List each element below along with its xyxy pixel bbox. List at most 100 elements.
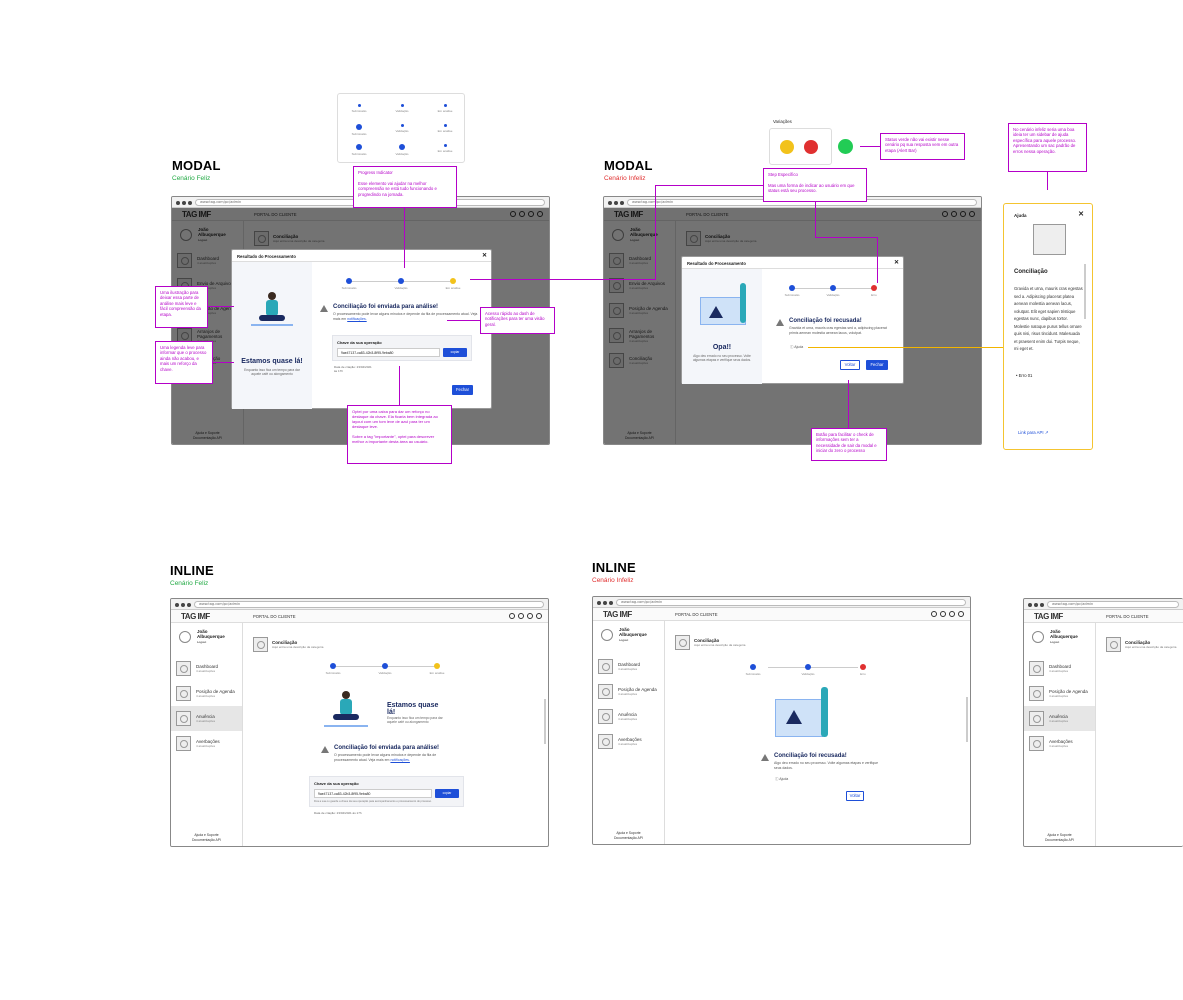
key-input[interactable]: 9ae47137-ca83-42b3-8f95-9eba80: [314, 789, 432, 798]
nav-item[interactable]: Anuência 4 atualizações: [593, 704, 664, 729]
notifications-link[interactable]: notificações.: [390, 758, 409, 762]
nav-item[interactable]: Averbações 4 atualizações: [1024, 731, 1095, 756]
progress-stepper: Submissão Validação Erro: [738, 664, 878, 676]
warning-icon: [776, 319, 784, 326]
back-button[interactable]: Voltar: [840, 360, 860, 370]
copy-button[interactable]: copiar: [435, 789, 459, 798]
user-block[interactable]: João AlbuquerqueLogout: [593, 621, 664, 648]
help-link[interactable]: ⓘ Ajuda: [775, 777, 788, 782]
nav-item[interactable]: Posição de Agenda4 atualizações: [593, 679, 664, 704]
browser-inline-unhappy: www.tag.com/pc/admin TAG IMF PORTAL DO CL…: [592, 596, 971, 845]
connector-line: [655, 185, 656, 280]
nav-item[interactable]: Posição de Agenda4 atualizações: [1024, 681, 1095, 706]
section-subtitle: Cenário Feliz: [170, 580, 209, 587]
modal-title: Resultado do Processamento: [687, 261, 746, 266]
modal-heading: Opa!!: [712, 344, 732, 351]
connector-line: [470, 279, 655, 280]
nav-item[interactable]: Posição de Agenda4 atualizações: [171, 681, 242, 706]
nav-item[interactable]: Dashboard4 atualizações: [593, 654, 664, 679]
image-placeholder: [1033, 224, 1066, 255]
sidebar: João AlbuquerqueLogout Dashboard4 atuali…: [1024, 623, 1096, 846]
variations-label: Variações: [773, 119, 792, 124]
help-panel-heading: Conciliação: [1014, 269, 1048, 275]
modal-title: Resultado do Processamento: [237, 254, 296, 259]
close-icon[interactable]: ✕: [894, 259, 899, 266]
toolbar-icons[interactable]: [509, 613, 542, 619]
browser-inline-happy: www.tag.com/pc/admin TAG IMF PORTAL DO CL…: [170, 598, 549, 847]
help-list-item: • Erro 01: [1016, 373, 1033, 378]
note-key-box: Optei por uma caixa para dar um reforço …: [347, 405, 452, 464]
note-status-color: Status verde não vai existir nesse cenár…: [880, 133, 965, 160]
section-title: MODAL: [604, 158, 653, 173]
category-header: ConciliaçãoAqui entra uma descrição da c…: [675, 635, 745, 650]
section-subtitle: Cenário Feliz: [172, 175, 211, 182]
success-icon: [838, 139, 853, 154]
connector-line: [1047, 172, 1048, 190]
url-bar[interactable]: www.tag.com/pc/admin: [1047, 601, 1179, 608]
api-link[interactable]: Link para API ↗: [1018, 430, 1048, 436]
operation-key-box: Chave da sua operação 9ae47137-ca83-42b3…: [332, 335, 472, 361]
scrollbar[interactable]: [1084, 264, 1086, 319]
user-block[interactable]: João AlbuquerqueLogout: [1024, 623, 1095, 650]
close-icon[interactable]: ✕: [1078, 210, 1084, 218]
toolbar-icons[interactable]: [931, 611, 964, 617]
user-block[interactable]: João AlbuquerqueLogout: [171, 623, 242, 650]
note-legend: Uma legenda leve para informar que o pro…: [155, 341, 213, 384]
url-bar[interactable]: www.tag.com/pc/admin: [194, 601, 544, 608]
help-panel-title: Ajuda: [1014, 213, 1027, 218]
close-icon[interactable]: ✕: [482, 252, 487, 259]
logo: TAG IMF: [181, 612, 210, 621]
nav-item[interactable]: Averbações 4 atualizações: [593, 729, 664, 754]
portal-title: PORTAL DO CLIENTE: [675, 612, 718, 617]
nav-item[interactable]: Dashboard4 atualizações: [171, 656, 242, 681]
nav-item-selected[interactable]: Anuência 4 atualizações: [1024, 706, 1095, 731]
docs-link[interactable]: Documentação API: [171, 838, 242, 843]
url-bar[interactable]: www.tag.com/pc/admin: [616, 599, 966, 606]
key-input[interactable]: 9ae47137-ca83-42b3-8f95-9eba80: [337, 348, 440, 357]
connector-line: [447, 320, 480, 321]
illustration-panel: Opa!! Algo deu errado no seu processo. V…: [682, 269, 762, 384]
connector-line: [808, 347, 1003, 348]
result-modal: Resultado do Processamento ✕ Estamos quas…: [231, 249, 492, 409]
portal-title: PORTAL DO CLIENTE: [1106, 614, 1149, 619]
help-link[interactable]: ⓘ Ajuda: [790, 345, 803, 350]
notifications-link[interactable]: notificações.: [347, 317, 366, 321]
nav-item-selected[interactable]: Anuência 4 atualizações: [171, 706, 242, 731]
copy-button[interactable]: copiar: [443, 348, 467, 357]
stepper-variant: Submissão Validação Em análise: [344, 144, 460, 156]
docs-link[interactable]: Documentação API: [1024, 838, 1095, 843]
scrollbar[interactable]: [544, 699, 546, 744]
warning-icon: [320, 305, 328, 312]
connector-line: [404, 208, 405, 268]
stepper-variant: Submissão Validação Em análise: [344, 124, 460, 136]
operation-key-box: Chave da sua operação 9ae47137-ca83-42b3…: [309, 776, 464, 807]
modal-subtext: Enquanto isso fica um tempo para dar aqu…: [244, 368, 300, 377]
docs-link[interactable]: Documentação API: [593, 836, 664, 841]
back-button[interactable]: Voltar: [846, 791, 864, 801]
connector-line: [213, 362, 234, 363]
progress-stepper: Submissão Validação Erro: [777, 285, 889, 297]
nav-item[interactable]: Averbações 4 atualizações: [171, 731, 242, 756]
progress-stepper: Submissão Validação Em análise: [334, 278, 468, 290]
close-button[interactable]: Fechar: [866, 360, 888, 370]
help-panel-body: Gravida et urna, mauris cras egestas sed…: [1014, 286, 1083, 351]
section-title: INLINE: [170, 563, 214, 578]
stepper-variant: Submissão Validação Em análise: [344, 104, 460, 113]
note-step-specific: Step Específico Mas uma forma de indicar…: [763, 168, 867, 202]
close-button[interactable]: Fechar: [452, 385, 473, 395]
created-date: Data de criação: 23/04/2021 às 17h: [334, 365, 372, 373]
section-title: INLINE: [592, 560, 636, 575]
section-subtitle: Cenário Infeliz: [592, 577, 634, 584]
connector-line: [208, 306, 234, 307]
scrollbar[interactable]: [966, 697, 968, 742]
note-quick-access: Acesso rápido ao dash de notificações pa…: [480, 307, 555, 334]
connector-line: [815, 202, 816, 237]
modal-subtext: Algo deu errado no seu processo. Volte a…: [692, 354, 752, 363]
nav-item[interactable]: Dashboard4 atualizações: [1024, 656, 1095, 681]
note-progress-indicator: Progress Indicator Esse elemento vai aju…: [353, 166, 457, 208]
warning-icon: [761, 754, 769, 761]
section-subtitle: Cenário Infeliz: [604, 175, 646, 182]
status-message: Conciliação foi recusada! Gravida et urna…: [776, 318, 896, 335]
connector-line: [655, 185, 763, 186]
status-message: Conciliação foi enviada para análise! O p…: [321, 745, 461, 762]
